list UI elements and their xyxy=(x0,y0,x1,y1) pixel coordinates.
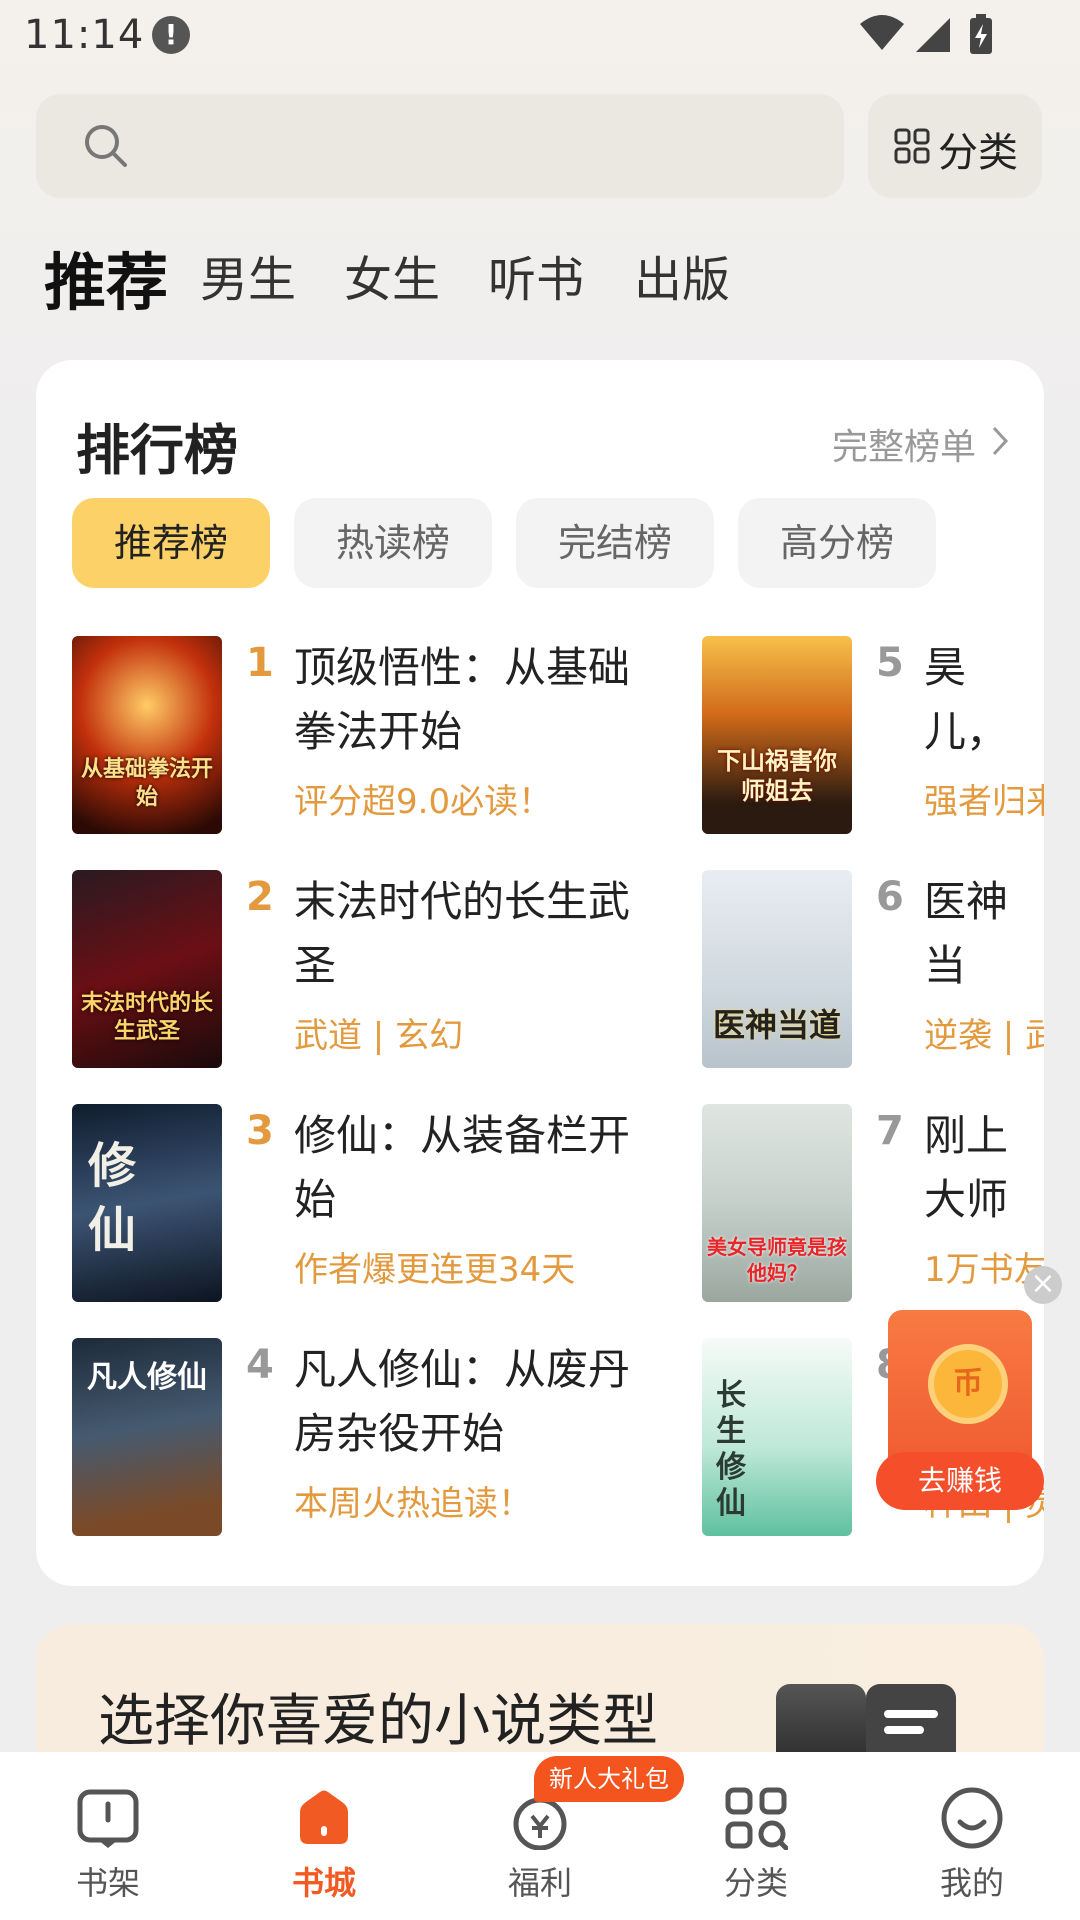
book-item[interactable]: 美女导师竟是孩他妈？ 7 刚上大师竟是 1万书友 xyxy=(702,1104,1044,1304)
book-subtitle: 强者归来 xyxy=(924,782,1044,822)
battery-icon xyxy=(970,14,992,54)
pill-finished[interactable]: 完结榜 xyxy=(516,498,714,588)
nav-label: 书城 xyxy=(291,1864,356,1902)
cover-text: 下山祸害你师姐去 xyxy=(717,747,837,805)
book-item[interactable]: 医神当道 6 医神当 逆袭 | 武 xyxy=(702,870,1044,1070)
book-subtitle: 本周火热追读！ xyxy=(294,1484,532,1524)
book-item[interactable]: 从基础拳法开始 1 顶级悟性：从基础拳法开始 评分超9.0必读！ xyxy=(72,636,712,836)
book-item[interactable]: 凡人修仙 4 凡人修仙：从废丹房杂役开始 本周火热追读！ xyxy=(72,1338,712,1538)
pill-recommend[interactable]: 推荐榜 xyxy=(72,498,270,588)
nav-bookstore[interactable]: 书城 xyxy=(264,1752,384,1920)
bookshelf-icon xyxy=(76,1786,140,1854)
tab-recommend[interactable]: 推荐 xyxy=(44,232,168,322)
book-cover[interactable]: 末法时代的长生武圣 xyxy=(72,870,222,1068)
cover-text: 医神当道 xyxy=(712,1006,841,1044)
profile-icon xyxy=(940,1786,1004,1854)
book-cover[interactable]: 凡人修仙 xyxy=(72,1338,222,1536)
tab-publish[interactable]: 出版 xyxy=(634,240,730,310)
nav-profile[interactable]: 我的 xyxy=(912,1752,1032,1920)
search-bar[interactable] xyxy=(36,94,844,198)
rank-number: 4 xyxy=(246,1342,274,1388)
nav-label: 福利 xyxy=(507,1864,572,1902)
category-icon xyxy=(724,1786,789,1854)
cover-text: 长生修仙 xyxy=(716,1378,746,1521)
book-title: 刚上大师竟是 xyxy=(924,1111,1009,1224)
nav-label: 分类 xyxy=(723,1864,788,1902)
category-button-label: 分类 xyxy=(938,130,1018,176)
chevron-right-icon[interactable] xyxy=(990,424,1010,462)
cover-text: 修仙 xyxy=(87,1138,136,1258)
genre-banner-title: 选择你喜爱的小说类型 xyxy=(98,1689,658,1754)
book-subtitle: 评分超9.0必读！ xyxy=(294,782,553,822)
rank-number: 7 xyxy=(876,1108,904,1154)
pill-hot[interactable]: 热读榜 xyxy=(294,498,492,588)
cover-text: 美女导师竟是孩他妈？ xyxy=(707,1235,847,1285)
nav-bookshelf[interactable]: 书架 xyxy=(48,1752,168,1920)
book-item[interactable]: 下山祸害你师姐去 5 昊儿，师姐去 强者归来 xyxy=(702,636,1044,836)
book-title: 昊儿，师姐去 xyxy=(924,643,1009,756)
tab-audio[interactable]: 听书 xyxy=(488,240,584,310)
bookstore-icon xyxy=(292,1786,356,1854)
nav-label: 书架 xyxy=(75,1864,140,1902)
book-title: 顶级悟性：从基础拳法开始 xyxy=(294,643,631,756)
book-cover[interactable]: 医神当道 xyxy=(702,870,852,1068)
tab-female[interactable]: 女生 xyxy=(344,240,440,310)
book-cover[interactable]: 下山祸害你师姐去 xyxy=(702,636,852,834)
search-icon[interactable] xyxy=(84,124,128,172)
book-item[interactable]: 末法时代的长生武圣 2 末法时代的长生武圣 武道 | 玄幻 xyxy=(72,870,712,1070)
rank-number: 5 xyxy=(876,640,904,686)
book-cover[interactable]: 长生修仙 xyxy=(702,1338,852,1536)
book-subtitle: 作者爆更连更34天 xyxy=(294,1250,576,1290)
book-subtitle: 武道 | 玄幻 xyxy=(294,1016,464,1056)
book-subtitle: 逆袭 | 武 xyxy=(924,1016,1044,1056)
gift-badge[interactable]: 新人大礼包 xyxy=(534,1756,684,1802)
rank-number: 2 xyxy=(246,874,274,920)
pill-high-score[interactable]: 高分榜 xyxy=(738,498,936,588)
cover-text: 从基础拳法开始 xyxy=(80,757,213,810)
rank-number: 6 xyxy=(876,874,904,920)
rank-number: 1 xyxy=(246,640,274,686)
book-item[interactable]: 修仙 3 修仙：从装备栏开始 作者爆更连更34天 xyxy=(72,1104,712,1304)
nav-category[interactable]: 分类 xyxy=(696,1752,816,1920)
wifi-icon xyxy=(860,15,904,50)
signal-icon xyxy=(916,18,950,52)
coin-icon[interactable]: 币 xyxy=(928,1344,1008,1424)
book-title: 医神当 xyxy=(924,877,1009,990)
category-button[interactable]: 分类 xyxy=(868,94,1042,198)
book-cover[interactable]: 从基础拳法开始 xyxy=(72,636,222,834)
alert-icon: ! xyxy=(152,16,190,54)
book-title: 凡人修仙：从废丹房杂役开始 xyxy=(294,1345,631,1458)
book-title: 末法时代的长生武圣 xyxy=(294,877,631,990)
book-cover[interactable]: 修仙 xyxy=(72,1104,222,1302)
tab-male[interactable]: 男生 xyxy=(200,240,296,310)
cover-text: 凡人修仙 xyxy=(87,1360,207,1395)
status-time: 11:14 xyxy=(24,12,145,58)
close-icon[interactable]: × xyxy=(1024,1266,1062,1304)
book-title: 修仙：从装备栏开始 xyxy=(294,1111,631,1224)
book-cover[interactable]: 美女导师竟是孩他妈？ xyxy=(702,1104,852,1302)
grid-icon xyxy=(894,128,930,168)
status-icons xyxy=(860,12,1050,64)
cover-text: 末法时代的长生武圣 xyxy=(80,991,213,1044)
earn-button[interactable]: 去赚钱 xyxy=(876,1452,1044,1510)
full-list-link[interactable]: 完整榜单 xyxy=(832,418,976,470)
ranking-title: 排行榜 xyxy=(76,419,238,482)
nav-label: 我的 xyxy=(939,1864,1004,1902)
rank-number: 3 xyxy=(246,1108,274,1154)
